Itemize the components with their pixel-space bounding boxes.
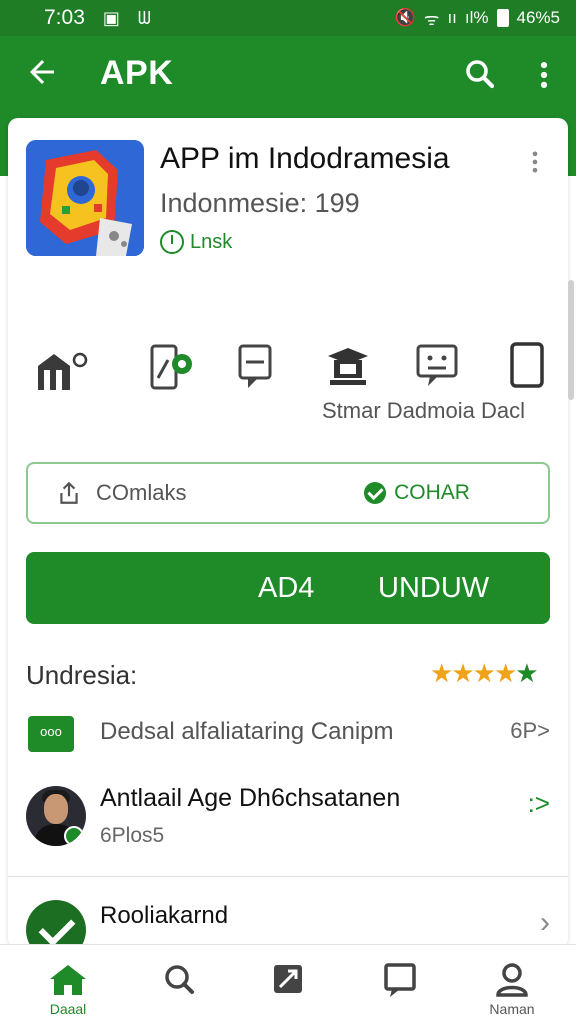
list-item-title: Antlaail Age Dh6chsatanen bbox=[100, 784, 401, 812]
forward-arrow-icon: :> bbox=[527, 788, 550, 818]
list-item[interactable]: Antlaail Age Dh6chsatanen 6Plos5 :> bbox=[26, 782, 550, 852]
search-button[interactable] bbox=[462, 56, 498, 92]
back-button[interactable] bbox=[24, 54, 60, 90]
status-right: 🔇 ᯤ ıı ıl% 46%5 bbox=[395, 7, 560, 30]
app-detail-card: APP im Indodramesia Indonmesie: 199 Lnsk bbox=[8, 118, 568, 960]
status-notification-icons: ▣ ᗯ bbox=[103, 8, 151, 29]
signal-icon: ıı bbox=[447, 8, 457, 27]
apps-icon bbox=[274, 965, 302, 993]
bottom-nav: Daaal Naman bbox=[0, 944, 576, 1024]
list-item-subtitle: 6Plos5 bbox=[100, 824, 165, 847]
star-icon: ★ bbox=[472, 658, 496, 688]
screenshot-icon: ▣ bbox=[102, 7, 120, 28]
online-badge-icon bbox=[64, 826, 84, 846]
more-vert-icon bbox=[532, 151, 538, 173]
app-badge-label: Lnsk bbox=[190, 230, 233, 253]
nav-profile-label: Naman bbox=[489, 1001, 535, 1017]
app-name: APP im Indodramesia bbox=[160, 142, 450, 175]
more-vert-icon bbox=[540, 61, 548, 89]
app-icon bbox=[26, 140, 144, 256]
wifi-icon: ᯤ bbox=[423, 9, 440, 29]
feature-building[interactable] bbox=[30, 340, 90, 400]
star-icon: ★ bbox=[451, 658, 474, 688]
status-bar: 7:03 ▣ ᗯ 🔇 ᯤ ıı ıl% 46%5 bbox=[0, 0, 576, 36]
star-icon: ★ bbox=[430, 658, 453, 688]
chevron-right-icon: › bbox=[540, 906, 550, 939]
nav-home[interactable]: Daaal bbox=[38, 961, 98, 1021]
phone-share-icon bbox=[150, 344, 192, 390]
compare-label: COHAR bbox=[394, 481, 470, 504]
star-icon: ★ bbox=[493, 658, 517, 688]
divider bbox=[8, 876, 568, 877]
avatar bbox=[26, 786, 86, 846]
nav-apps[interactable] bbox=[258, 961, 318, 1021]
battery-icon bbox=[496, 9, 509, 27]
star-icon: ★ bbox=[515, 658, 538, 688]
chat-icon: ooo bbox=[28, 716, 74, 752]
check-circle-icon bbox=[364, 482, 387, 504]
app-subtitle: Indonmesie: 199 bbox=[160, 188, 360, 218]
nav-messages[interactable] bbox=[370, 961, 430, 1021]
game-controller-icon bbox=[26, 140, 144, 256]
home-icon bbox=[50, 965, 86, 995]
list-item-title: Rooliakarnd bbox=[100, 902, 229, 929]
search-icon bbox=[466, 60, 495, 89]
feature-school[interactable] bbox=[324, 340, 384, 400]
search-icon bbox=[165, 965, 194, 994]
network-icon: ıl% bbox=[464, 8, 489, 27]
share-label: COmlaks bbox=[96, 480, 187, 505]
app-badge: Lnsk bbox=[160, 230, 232, 254]
school-hat-icon bbox=[328, 348, 368, 385]
download-label-right: UNDUW bbox=[378, 572, 490, 604]
compare-button[interactable]: COHAR bbox=[286, 464, 548, 522]
mute-icon: 🔇 bbox=[394, 8, 416, 27]
feature-comment[interactable] bbox=[234, 340, 294, 400]
rating-stars: ★★★★★ bbox=[430, 658, 539, 689]
comment-box-icon bbox=[238, 344, 272, 388]
clock-icon bbox=[160, 230, 184, 254]
ratings-section-title: Undresia: bbox=[26, 660, 138, 690]
download-label-left: AD4 bbox=[258, 572, 315, 604]
list-item-meta: 6P> bbox=[510, 718, 550, 743]
list-item-text: Dedsal alfaliataring Canipm bbox=[100, 718, 394, 745]
scrollbar[interactable] bbox=[568, 280, 574, 400]
feature-phone[interactable] bbox=[146, 340, 206, 400]
share-button[interactable]: COmlaks bbox=[28, 464, 286, 522]
emoji-chat-icon bbox=[416, 344, 458, 386]
share-icon bbox=[60, 481, 78, 504]
app-bar-title: APK bbox=[100, 54, 174, 92]
status-time: 7:03 bbox=[44, 6, 85, 29]
nav-search[interactable] bbox=[150, 961, 210, 1021]
battery-level: 46%5 bbox=[516, 8, 560, 27]
nav-profile[interactable]: Naman bbox=[482, 961, 542, 1021]
building-person-icon bbox=[38, 352, 88, 390]
nav-home-label: Daaal bbox=[49, 1001, 87, 1017]
profile-icon bbox=[496, 963, 528, 997]
list-item[interactable]: Rooliakarnd › bbox=[26, 896, 550, 960]
arrow-back-icon bbox=[30, 60, 54, 84]
more-button[interactable] bbox=[530, 58, 558, 92]
list-item[interactable]: ooo Dedsal alfaliataring Canipm 6P> bbox=[26, 714, 550, 758]
feature-tablet[interactable] bbox=[506, 340, 566, 400]
app-more-button[interactable] bbox=[528, 148, 542, 176]
tablet-icon bbox=[510, 342, 544, 388]
feature-labels: Stmar Dadmoia Dacl bbox=[322, 398, 525, 423]
download-button[interactable]: AD4 UNDUW bbox=[26, 552, 550, 624]
share-compare-row: COmlaks COHAR bbox=[26, 462, 550, 524]
feature-emoji[interactable] bbox=[414, 340, 474, 400]
notification-icon: ᗯ bbox=[137, 7, 151, 28]
message-icon bbox=[384, 963, 416, 997]
